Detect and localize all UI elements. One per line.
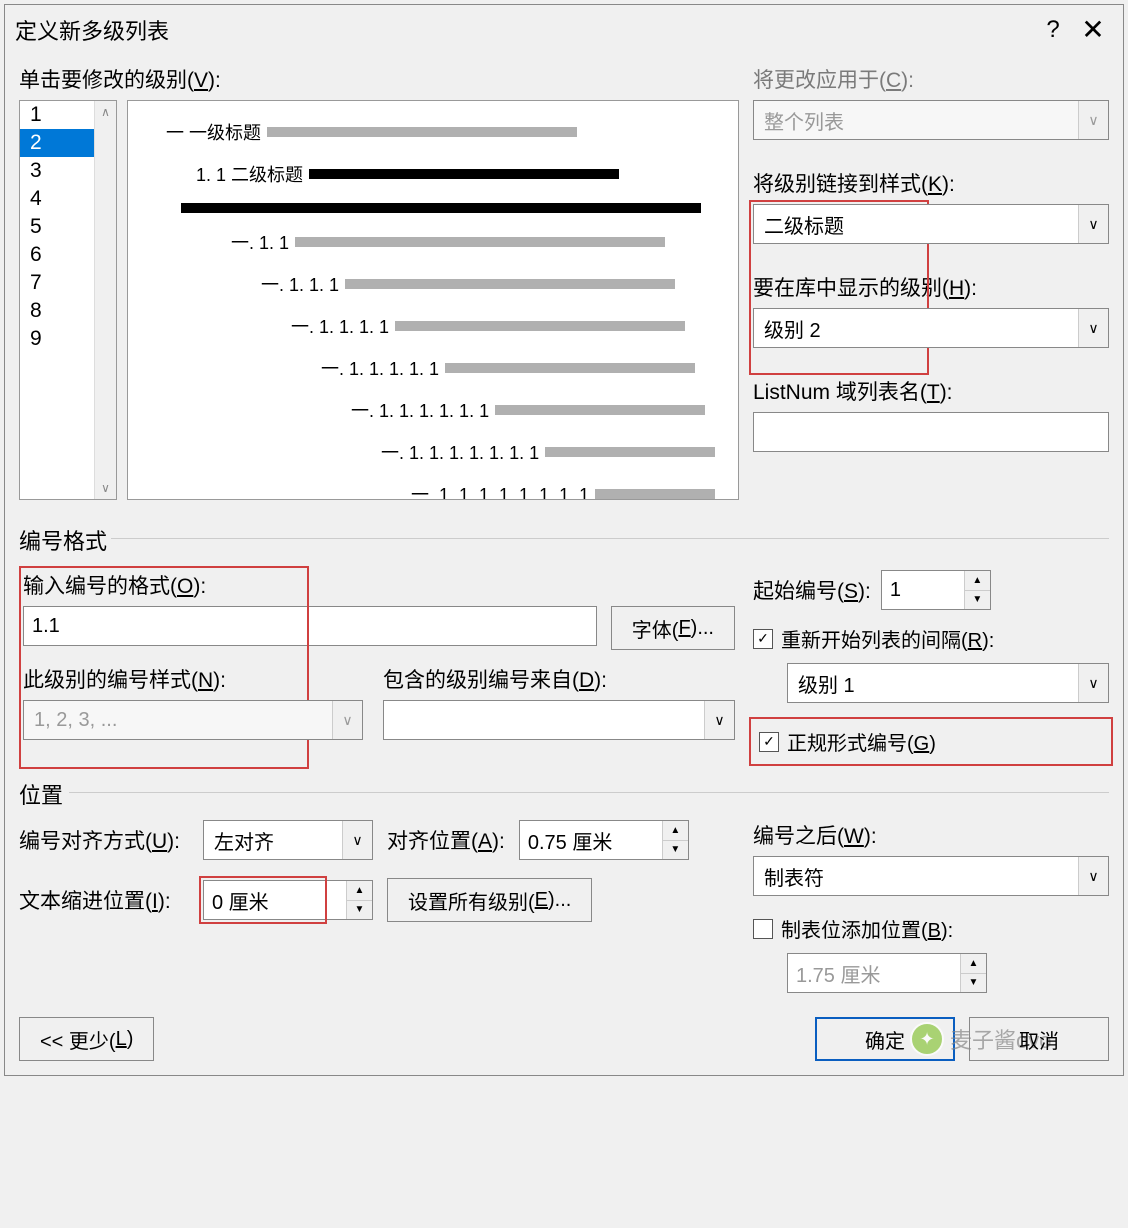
number-style-label: 此级别的编号样式(N):: [23, 664, 363, 694]
listnum-label: ListNum 域列表名(T):: [753, 376, 1109, 406]
number-style-dropdown[interactable]: 1, 2, 3, ... ∨: [23, 700, 363, 740]
set-all-levels-button[interactable]: 设置所有级别(E)...: [387, 878, 592, 922]
titlebar: 定义新多级列表 ? ✕: [5, 5, 1123, 54]
spin-down-icon[interactable]: ▼: [961, 974, 986, 993]
level-item[interactable]: 7: [20, 269, 94, 297]
level-item[interactable]: 5: [20, 213, 94, 241]
tab-stop-checkbox[interactable]: 制表位添加位置(B):: [753, 914, 1109, 943]
ok-button[interactable]: 确定: [815, 1017, 955, 1061]
position-section-label: 位置: [19, 778, 1109, 810]
start-at-spinner[interactable]: ▲▼: [881, 570, 991, 610]
gallery-level-label: 要在库中显示的级别(H):: [753, 272, 1109, 302]
align-label: 编号对齐方式(U):: [19, 825, 189, 855]
align-at-label: 对齐位置(A):: [387, 825, 505, 855]
text-indent-label: 文本缩进位置(I):: [19, 885, 189, 915]
level-item[interactable]: 8: [20, 297, 94, 325]
link-style-label: 将级别链接到样式(K):: [753, 168, 1109, 198]
restart-checkbox[interactable]: ✓ 重新开始列表的间隔(R):: [753, 624, 1109, 653]
align-at-spinner[interactable]: ▲▼: [519, 820, 689, 860]
text-indent-spinner[interactable]: ▲▼: [203, 880, 373, 920]
level-item[interactable]: 2: [20, 129, 94, 157]
spin-down-icon[interactable]: ▼: [663, 841, 688, 860]
spin-down-icon[interactable]: ▼: [347, 901, 372, 920]
level-item[interactable]: 4: [20, 185, 94, 213]
level-item[interactable]: 9: [20, 325, 94, 353]
restart-level-dropdown[interactable]: 级别 1 ∨: [787, 663, 1109, 703]
start-at-label: 起始编号(S):: [753, 575, 871, 605]
align-dropdown[interactable]: 左对齐 ∨: [203, 820, 373, 860]
help-button[interactable]: ?: [1033, 16, 1073, 44]
number-format-section-label: 编号格式: [19, 524, 1109, 556]
close-button[interactable]: ✕: [1073, 13, 1113, 46]
dialog-window: 定义新多级列表 ? ✕ 单击要修改的级别(V): 123456789 ∧ ∨: [4, 4, 1124, 1076]
apply-to-label: 将更改应用于(C):: [753, 64, 1109, 94]
level-item[interactable]: 1: [20, 101, 94, 129]
number-format-input[interactable]: [23, 606, 597, 646]
level-item[interactable]: 6: [20, 241, 94, 269]
follow-label: 编号之后(W):: [753, 820, 1109, 850]
spin-up-icon[interactable]: ▲: [965, 571, 990, 591]
spin-up-icon[interactable]: ▲: [961, 954, 986, 974]
include-from-dropdown[interactable]: ∨: [383, 700, 735, 740]
level-scrollbar[interactable]: ∧ ∨: [94, 101, 116, 499]
chevron-down-icon[interactable]: ∨: [1078, 857, 1108, 895]
chevron-down-icon[interactable]: ∨: [704, 701, 734, 739]
less-options-button[interactable]: << 更少(L): [19, 1017, 154, 1061]
cancel-button[interactable]: ✦ 麦子酱ovo 取消: [969, 1017, 1109, 1061]
apply-to-dropdown[interactable]: 整个列表 ∨: [753, 100, 1109, 140]
scroll-down-icon[interactable]: ∨: [101, 481, 110, 495]
spin-up-icon[interactable]: ▲: [663, 821, 688, 841]
level-listbox[interactable]: 123456789 ∧ ∨: [19, 100, 117, 500]
enter-format-label: 输入编号的格式(O):: [23, 570, 735, 600]
link-style-dropdown[interactable]: 二级标题 ∨: [753, 204, 1109, 244]
gallery-level-dropdown[interactable]: 级别 2 ∨: [753, 308, 1109, 348]
chevron-down-icon[interactable]: ∨: [1078, 101, 1108, 139]
listnum-input[interactable]: [753, 412, 1109, 452]
legal-numbering-checkbox[interactable]: ✓ 正规形式编号(G): [759, 727, 1103, 756]
chevron-down-icon[interactable]: ∨: [1078, 205, 1108, 243]
preview-pane: 一 一级标题1. 1 二级标题一. 1. 1一. 1. 1. 1一. 1. 1.…: [127, 100, 739, 500]
include-from-label: 包含的级别编号来自(D):: [383, 664, 735, 694]
scroll-up-icon[interactable]: ∧: [101, 105, 110, 119]
font-button[interactable]: 字体(F)...: [611, 606, 735, 650]
chevron-down-icon[interactable]: ∨: [342, 821, 372, 859]
tab-stop-spinner[interactable]: ▲▼: [787, 953, 987, 993]
spin-up-icon[interactable]: ▲: [347, 881, 372, 901]
chevron-down-icon[interactable]: ∨: [332, 701, 362, 739]
level-item[interactable]: 3: [20, 157, 94, 185]
click-level-label: 单击要修改的级别(V):: [19, 64, 739, 94]
spin-down-icon[interactable]: ▼: [965, 591, 990, 610]
chevron-down-icon[interactable]: ∨: [1078, 309, 1108, 347]
chevron-down-icon[interactable]: ∨: [1078, 664, 1108, 702]
dialog-title: 定义新多级列表: [15, 14, 1033, 46]
follow-dropdown[interactable]: 制表符 ∨: [753, 856, 1109, 896]
